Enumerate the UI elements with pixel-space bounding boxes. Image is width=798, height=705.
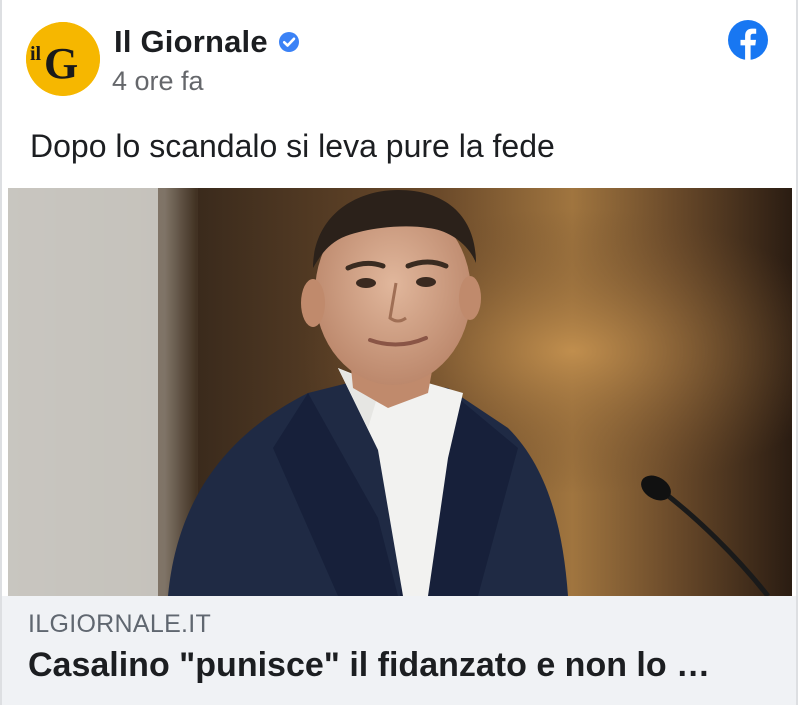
- svg-text:il: il: [30, 43, 42, 65]
- link-preview-footer[interactable]: ILGIORNALE.IT Casalino "punisce" il fida…: [2, 596, 796, 705]
- post-timestamp[interactable]: 4 ore fa: [112, 66, 204, 97]
- il-giornale-logo: il G: [26, 22, 100, 96]
- man-photo: [8, 188, 792, 596]
- post-text: Dopo lo scandalo si leva pure la fede: [30, 128, 555, 164]
- page-name-row: Il Giornale: [114, 22, 300, 62]
- svg-text:G: G: [44, 39, 78, 88]
- facebook-icon[interactable]: [728, 20, 768, 60]
- page-name[interactable]: Il Giornale: [114, 24, 268, 60]
- link-preview-image[interactable]: [8, 188, 792, 596]
- page-avatar[interactable]: il G: [26, 22, 100, 96]
- link-headline[interactable]: Casalino "punisce" il fidanzato e non lo…: [28, 646, 778, 685]
- verified-badge-icon: [278, 31, 300, 53]
- link-domain: ILGIORNALE.IT: [28, 610, 212, 638]
- facebook-post-card: il G Il Giornale 4 ore fa Dopo lo scanda…: [0, 0, 798, 705]
- post-header: il G Il Giornale 4 ore fa: [2, 0, 796, 118]
